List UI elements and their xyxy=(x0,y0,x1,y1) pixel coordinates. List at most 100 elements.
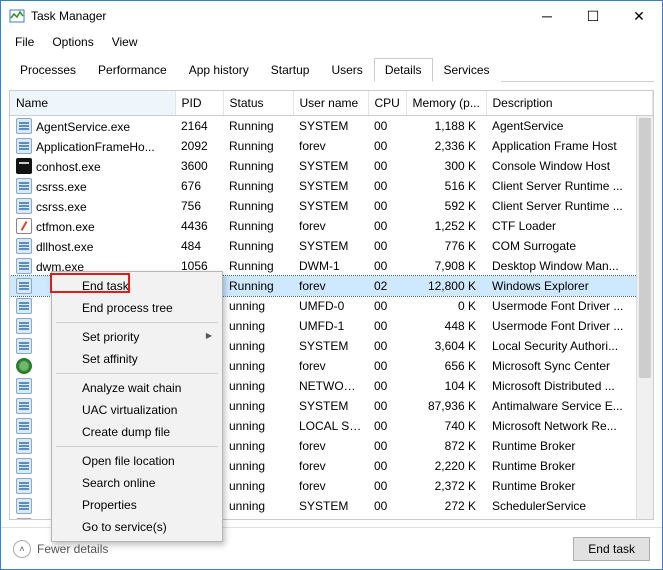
menu-item-set-affinity[interactable]: Set affinity xyxy=(54,348,220,370)
scrollbar-thumb[interactable] xyxy=(639,118,651,378)
process-status: Running xyxy=(223,216,293,236)
menu-item-analyze-wait-chain[interactable]: Analyze wait chain xyxy=(54,377,220,399)
process-cpu: 00 xyxy=(368,496,406,516)
menu-item-go-to-service-s-[interactable]: Go to service(s) xyxy=(54,516,220,538)
tab-services[interactable]: Services xyxy=(433,58,501,82)
process-name: ApplicationFrameHo... xyxy=(36,140,155,154)
table-row[interactable]: csrss.exe756RunningSYSTEM00592 KClient S… xyxy=(10,196,653,216)
process-description: Console Window Host xyxy=(486,156,653,176)
menu-item-end-process-tree[interactable]: End process tree xyxy=(54,297,220,319)
process-icon xyxy=(16,138,32,154)
process-user: forev xyxy=(293,276,368,296)
vertical-scrollbar[interactable] xyxy=(636,116,653,519)
process-status: unning xyxy=(223,476,293,496)
process-memory: 592 K xyxy=(406,196,486,216)
tab-performance[interactable]: Performance xyxy=(87,58,178,82)
table-row[interactable]: ApplicationFrameHo...2092Runningforev002… xyxy=(10,136,653,156)
process-user: SYSTEM xyxy=(293,496,368,516)
process-description: Runtime Broker xyxy=(486,476,653,496)
process-icon xyxy=(16,418,32,434)
menu-file[interactable]: File xyxy=(7,33,42,51)
process-cpu: 00 xyxy=(368,176,406,196)
maximize-button[interactable]: ☐ xyxy=(570,1,616,31)
process-status: Running xyxy=(223,196,293,216)
menu-item-open-file-location[interactable]: Open file location xyxy=(54,450,220,472)
process-pid: 756 xyxy=(175,196,223,216)
table-row[interactable]: conhost.exe3600RunningSYSTEM00300 KConso… xyxy=(10,156,653,176)
process-memory: 272 K xyxy=(406,496,486,516)
process-memory: 87,936 K xyxy=(406,396,486,416)
process-description: Client Server Runtime ... xyxy=(486,196,653,216)
end-task-button[interactable]: End task xyxy=(573,537,650,561)
context-menu: End taskEnd process tree Set prioritySet … xyxy=(51,271,223,542)
process-icon xyxy=(16,218,32,234)
col-cpu[interactable]: CPU xyxy=(368,91,406,115)
process-status: unning xyxy=(223,336,293,356)
process-status: Running xyxy=(223,136,293,156)
fewer-details-button[interactable]: ˄ Fewer details xyxy=(13,540,108,558)
minimize-button[interactable]: ─ xyxy=(524,1,570,31)
tab-details[interactable]: Details xyxy=(374,58,433,82)
menu-view[interactable]: View xyxy=(104,33,146,51)
tab-app-history[interactable]: App history xyxy=(178,58,260,82)
process-cpu: 00 xyxy=(368,156,406,176)
menu-item-set-priority[interactable]: Set priority xyxy=(54,326,220,348)
tab-processes[interactable]: Processes xyxy=(9,58,87,82)
tab-users[interactable]: Users xyxy=(320,58,373,82)
col-mem[interactable]: Memory (p... xyxy=(406,91,486,115)
col-pid[interactable]: PID xyxy=(175,91,223,115)
process-cpu: 00 xyxy=(368,136,406,156)
tab-strip: Processes Performance App history Startu… xyxy=(9,57,654,82)
process-status: Running xyxy=(223,115,293,136)
col-status[interactable]: Status xyxy=(223,91,293,115)
process-user: LOCAL SE... xyxy=(293,416,368,436)
process-user: SYSTEM xyxy=(293,516,368,521)
process-cpu: 00 xyxy=(368,216,406,236)
process-description: Client Server Runtime ... xyxy=(486,176,653,196)
process-description: Antimalware Service E... xyxy=(486,396,653,416)
chevron-up-icon: ˄ xyxy=(13,540,31,558)
process-description: Usermode Font Driver ... xyxy=(486,296,653,316)
menu-item-properties[interactable]: Properties xyxy=(54,494,220,516)
menu-separator xyxy=(56,446,218,447)
process-description: CTF Loader xyxy=(486,216,653,236)
process-description: COM Surrogate xyxy=(486,236,653,256)
table-row[interactable]: AgentService.exe2164RunningSYSTEM001,188… xyxy=(10,115,653,136)
col-user[interactable]: User name xyxy=(293,91,368,115)
process-pid: 4436 xyxy=(175,216,223,236)
menu-item-create-dump-file[interactable]: Create dump file xyxy=(54,421,220,443)
process-status: unning xyxy=(223,456,293,476)
titlebar: Task Manager ─ ☐ ✕ xyxy=(1,1,662,31)
process-user: forev xyxy=(293,436,368,456)
process-memory: 0 K xyxy=(406,296,486,316)
process-cpu: 00 xyxy=(368,476,406,496)
process-status: unning xyxy=(223,356,293,376)
process-cpu: 00 xyxy=(368,296,406,316)
process-cpu: 00 xyxy=(368,336,406,356)
menu-item-search-online[interactable]: Search online xyxy=(54,472,220,494)
process-icon xyxy=(16,318,32,334)
process-user: forev xyxy=(293,456,368,476)
process-cpu: 00 xyxy=(368,316,406,336)
col-name[interactable]: Name xyxy=(10,91,175,115)
table-row[interactable]: ctfmon.exe4436Runningforev001,252 KCTF L… xyxy=(10,216,653,236)
table-row[interactable]: csrss.exe676RunningSYSTEM00516 KClient S… xyxy=(10,176,653,196)
process-icon xyxy=(16,358,32,374)
menu-item-uac-virtualization[interactable]: UAC virtualization xyxy=(54,399,220,421)
process-user: SYSTEM xyxy=(293,236,368,256)
tab-startup[interactable]: Startup xyxy=(260,58,321,82)
process-status: unning xyxy=(223,396,293,416)
process-user: SYSTEM xyxy=(293,115,368,136)
process-pid: 676 xyxy=(175,176,223,196)
process-user: DWM-1 xyxy=(293,256,368,276)
col-desc[interactable]: Description xyxy=(486,91,653,115)
process-description: Microsoft Distributed ... xyxy=(486,376,653,396)
close-button[interactable]: ✕ xyxy=(616,1,662,31)
process-memory: 516 K xyxy=(406,176,486,196)
table-row[interactable]: dllhost.exe484RunningSYSTEM00776 KCOM Su… xyxy=(10,236,653,256)
menu-item-end-task[interactable]: End task xyxy=(54,275,220,297)
process-icon xyxy=(16,338,32,354)
process-status: Running xyxy=(223,236,293,256)
menu-options[interactable]: Options xyxy=(44,33,101,51)
process-memory: 3,604 K xyxy=(406,336,486,356)
